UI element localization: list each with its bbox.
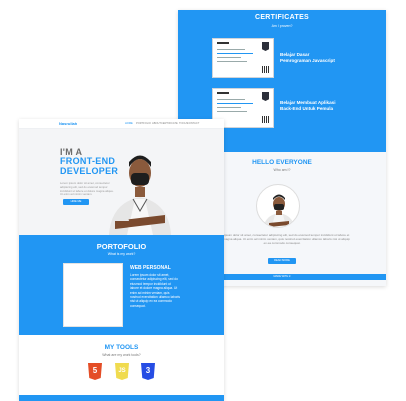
portfolio-subtitle: What is my work? xyxy=(107,252,136,256)
navbar: Nasrullah HOME PORTFOLIO ABOUT CERTIFICA… xyxy=(19,119,224,129)
certificate-badge-icon xyxy=(262,92,269,101)
tools-title: MY TOOLS xyxy=(104,344,139,351)
dicoding-logo xyxy=(217,92,229,94)
certificate-label-2: Belajar Membuat Aplikasi Back-End Untuk … xyxy=(280,100,336,111)
nav-link-about[interactable]: ABOUT xyxy=(152,122,161,125)
profile-avatar xyxy=(256,184,300,228)
page-preview-home: Nasrullah HOME PORTFOLIO ABOUT CERTIFICA… xyxy=(19,119,224,401)
nav-link-contact[interactable]: CONTACT xyxy=(187,122,199,125)
hello-paragraph: Lorem ipsum dolor sit amet, consectetur … xyxy=(214,233,350,246)
qr-code-icon xyxy=(262,116,269,123)
dicoding-logo xyxy=(217,42,229,44)
css3-icon: 3 xyxy=(141,363,155,380)
html5-icon: 5 xyxy=(88,363,102,380)
portfolio-project-title: WEB PERSONAL xyxy=(130,265,171,271)
qr-code-icon xyxy=(262,66,269,73)
hero-photo xyxy=(109,155,171,235)
read-more-button[interactable]: READ MORE xyxy=(268,258,296,264)
certificate-badge-icon xyxy=(262,42,269,51)
nav-link-portfolio[interactable]: PORTFOLIO xyxy=(136,122,151,125)
certificate-image-1[interactable] xyxy=(212,38,274,78)
portfolio-project-description: Lorem ipsum dolor sit amet, consectetur … xyxy=(130,273,180,308)
javascript-icon: JS xyxy=(115,363,129,380)
portfolio-project-image[interactable] xyxy=(63,263,123,327)
certificates-subtitle: Am I proven? xyxy=(271,24,293,28)
certificate-label-1: Belajar Dasar Pemrograman Javascript xyxy=(280,52,335,63)
certificates-title: CERTIFICATES xyxy=(254,14,310,21)
tools-subtitle: What are my work tools? xyxy=(102,353,141,357)
portfolio-section: PORTOFOLIO What is my work? WEB PERSONAL… xyxy=(19,235,224,335)
nav-link-certificate[interactable]: CERTIFICATE xyxy=(161,122,178,125)
brand-logo[interactable]: Nasrullah xyxy=(59,121,77,126)
nav-link-home[interactable]: HOME xyxy=(125,122,133,125)
portfolio-title: PORTOFOLIO xyxy=(96,242,147,251)
bottom-bar xyxy=(19,395,224,401)
hire-me-button[interactable]: HIRE ME xyxy=(63,199,89,205)
